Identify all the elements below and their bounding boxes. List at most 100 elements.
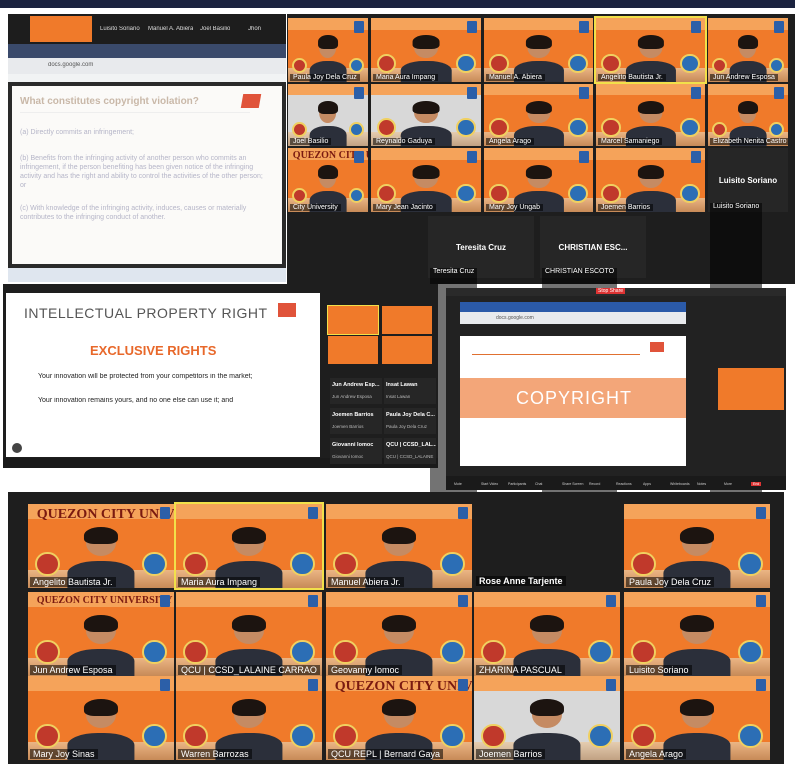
copyright-divider (472, 354, 640, 355)
video-tile[interactable]: Maria Aura Impang (174, 502, 324, 590)
toolbar-button[interactable]: Record (589, 482, 600, 486)
toolbar-button[interactable]: More (724, 482, 732, 486)
tile-banner (371, 84, 481, 96)
side-participant-tile[interactable]: Giovanni Iomoc Giovanni Iomoc (330, 438, 382, 464)
video-tile[interactable]: Mary Joy Sinas (28, 676, 174, 760)
toolbar-button[interactable]: End (751, 482, 762, 486)
qcu-seal-icon (631, 723, 656, 749)
video-tile[interactable]: ZHARINA PASCUAL (474, 592, 620, 676)
copy-browser-address[interactable]: docs.google.com (460, 312, 686, 324)
thumbnail-video[interactable] (328, 336, 378, 364)
video-tile[interactable]: Joemen Barrios (596, 148, 705, 212)
university-logo-icon (606, 595, 616, 607)
side-participant-tile[interactable]: Joemen Barrios Joemen Barrios (330, 408, 382, 434)
thumbnail-video[interactable] (382, 306, 432, 334)
participant-name: Maria Aura Impang (178, 577, 261, 587)
university-logo-icon (774, 87, 784, 99)
tile-banner (371, 148, 481, 160)
participant-name: Jun Andrew Esposa (332, 394, 372, 399)
participant-label: Paula Joy Dela C... (386, 412, 435, 418)
participant-name: Joemen Barrios (476, 749, 546, 759)
side-participant-tile[interactable]: Insat Lawan Insat Lawan (384, 378, 436, 404)
toolbar-button[interactable]: Participants (508, 482, 526, 486)
thumbnail-video[interactable] (382, 336, 432, 364)
video-tile[interactable]: QCU | CCSD_LALAINE CARRAO (176, 592, 322, 676)
qcu-seal-icon (481, 639, 506, 665)
thumbnail-video[interactable] (327, 305, 379, 335)
video-tile[interactable]: Reynaldo Gaduya (371, 84, 481, 146)
participant-name: ZHARINA PASCUAL (476, 665, 565, 675)
toolbar-button[interactable]: Notes (697, 482, 706, 486)
video-tile[interactable]: Paula Joy Dela Cruz (288, 18, 368, 82)
video-tile[interactable]: Manuel A. Abiera (484, 18, 593, 82)
video-tile[interactable]: Angela Arago (624, 676, 770, 760)
participant-label: Jun Andrew Esp... (332, 382, 380, 388)
qcu-seal-icon (376, 117, 396, 138)
university-logo-icon (756, 595, 766, 607)
video-tile[interactable]: Luisito Soriano (624, 592, 770, 676)
side-participant-tile[interactable]: Paula Joy Dela C... Paula Joy Dela Cruz (384, 408, 436, 434)
video-tile[interactable]: Warren Barrozas (176, 676, 322, 760)
tile-banner (176, 504, 322, 520)
video-tile[interactable]: Joel Basilio (288, 84, 368, 146)
city-seal-icon (588, 639, 613, 665)
video-tile[interactable]: Mary Joy Ungab (484, 148, 593, 212)
ipr-subtitle: EXCLUSIVE RIGHTS (90, 343, 217, 358)
toolbar-button[interactable]: Reactions (616, 482, 632, 486)
toolbar-button[interactable]: Chat (535, 482, 542, 486)
strip-name: Manuel A. Abiera (148, 26, 194, 32)
video-tile[interactable]: Angelito Bautista Jr. (594, 16, 707, 84)
university-logo-icon (756, 507, 766, 519)
city-seal-icon (568, 53, 588, 74)
video-tile[interactable]: Joemen Barrios (474, 676, 620, 760)
video-tile[interactable]: Jun Andrew Esposa (708, 18, 788, 82)
tile-banner (176, 592, 322, 608)
participant-name: Maria Aura Impang (373, 74, 439, 81)
video-tile[interactable]: Elizabeth Nenita Castro (708, 84, 788, 146)
slide-nav-icon[interactable] (12, 443, 22, 453)
video-tile[interactable]: QUEZON CITY UNIVERSITYCity University (288, 148, 368, 212)
qcu-seal-icon (631, 639, 656, 665)
video-tile[interactable]: QUEZON CITY UNIVERSITY QCU REPL | Bernard… (326, 676, 472, 760)
video-tile[interactable]: QUEZON CITY UNIVERSITY Jun Andrew Esposa (28, 592, 174, 676)
video-tile[interactable]: Geovanny Iomoc (326, 592, 472, 676)
city-seal-icon (680, 118, 700, 138)
video-tile[interactable]: Angela Arago (484, 84, 593, 146)
side-participant-tile[interactable]: Jun Andrew Esp... Jun Andrew Esposa (330, 378, 382, 404)
zoom-toolbar: Mute Start Video Participants Chat Share Scr… (446, 476, 786, 490)
stop-share-button[interactable]: Stop Share (596, 288, 626, 294)
participant-name: Jun Andrew Esposa (30, 665, 116, 675)
tile-banner (484, 18, 593, 30)
bookmarks-bar (8, 74, 286, 82)
university-logo-icon (579, 87, 589, 99)
qcu-seal-icon (333, 551, 358, 577)
participant-label: QCU | CCSD_LAL... (386, 442, 436, 448)
university-logo-icon (308, 595, 318, 607)
browser-addressbar[interactable]: docs.google.com (8, 58, 286, 74)
ipr-title: INTELLECTUAL PROPERTY RIGHT (24, 305, 268, 321)
video-tile[interactable]: Manuel Abiera Jr. (326, 504, 472, 588)
middle-right-screenshot: Stop Share docs.google.com COPYRIGHT Mut… (446, 288, 786, 490)
toolbar-button[interactable]: Share Screen (562, 482, 583, 486)
participant-name: Angela Arago (626, 749, 687, 759)
video-tile[interactable]: QUEZON CITY UNIVERSITY Angelito Bautista … (28, 504, 174, 588)
university-logo-icon (160, 595, 170, 607)
video-tile[interactable]: Maria Aura Impang (371, 18, 481, 82)
toolbar-button[interactable]: Start Video (481, 482, 498, 486)
side-participant-tile[interactable]: QCU | CCSD_LAL... QCU | CCSD_LALAINE (384, 438, 436, 464)
university-logo-icon (691, 151, 701, 163)
participant-name: City University (290, 204, 341, 211)
video-tile[interactable]: Paula Joy Dela Cruz (624, 504, 770, 588)
toolbar-button[interactable]: Mute (454, 482, 462, 486)
city-seal-icon (738, 639, 763, 665)
qcu-seal-icon (35, 723, 60, 749)
video-tile-camera-off[interactable]: Rose Anne Tarjente (474, 504, 620, 588)
video-tile[interactable]: Marcel Samaniego (596, 84, 705, 146)
toolbar-button[interactable]: Apps (643, 482, 651, 486)
city-seal-icon (456, 183, 476, 204)
tile-banner (596, 18, 705, 30)
toolbar-button[interactable]: Whiteboards (670, 482, 690, 486)
tile-banner (176, 676, 322, 692)
video-tile[interactable]: Mary Jean Jacinto (371, 148, 481, 212)
participant-name: Joemen Barrios (332, 424, 364, 429)
